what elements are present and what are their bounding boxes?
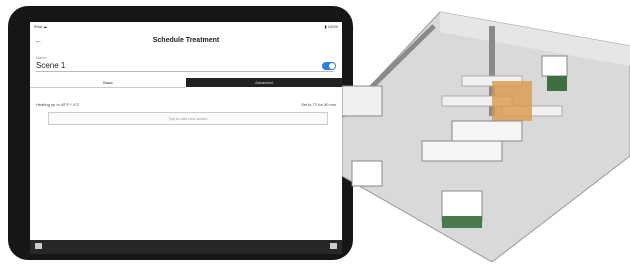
segmented-control: Basic Advanced — [30, 78, 342, 88]
name-field[interactable]: Scene 1 — [36, 61, 65, 70]
carrier-label: iPad ☁ — [34, 24, 48, 29]
name-field-label: Name — [36, 55, 47, 60]
bottom-toolbar — [30, 240, 342, 254]
tablet-screen: iPad ☁ ▮ 100% ← Schedule Treatment Name … — [30, 22, 342, 254]
field-underline — [36, 71, 334, 72]
toggle-switch-icon[interactable] — [322, 62, 336, 70]
battery-label: ▮ 100% — [324, 24, 338, 29]
nav-bar: ← Schedule Treatment — [30, 32, 342, 54]
home-icon[interactable] — [35, 243, 42, 249]
add-action-button[interactable]: Tap to add new action — [48, 112, 328, 125]
settings-icon[interactable] — [330, 243, 337, 249]
status-bar: iPad ☁ ▮ 100% — [30, 22, 342, 30]
segment-advanced[interactable]: Advanced — [186, 78, 342, 87]
segment-basic[interactable]: Basic — [30, 78, 186, 88]
tablet-device: iPad ☁ ▮ 100% ← Schedule Treatment Name … — [8, 6, 353, 260]
condition-label: Heating up to 40°F / 4°C — [36, 102, 80, 107]
facility-floorplan-illustration — [342, 11, 630, 262]
action-label: Set to 72 for 30 min — [301, 102, 336, 107]
page-title: Schedule Treatment — [152, 37, 220, 44]
